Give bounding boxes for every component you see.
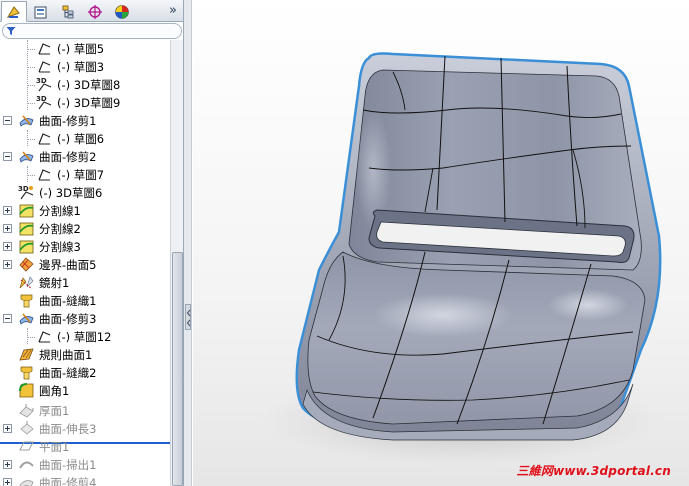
tree-item-trim-surface4[interactable]: 曲面-修剪4 — [0, 474, 170, 486]
expand-toggle[interactable] — [3, 242, 12, 251]
plane-icon — [19, 441, 34, 451]
tree-item-sketch7[interactable]: (-) 草圖7 — [0, 166, 170, 184]
trim-surface-icon — [19, 313, 34, 325]
knit-surface-icon — [20, 366, 33, 380]
sketch-icon — [38, 331, 51, 343]
filter-funnel-icon — [6, 27, 16, 35]
tree-item-boundary-surface5[interactable]: 邊界-曲面5 — [0, 256, 170, 274]
manager-tab-bar: » — [0, 0, 183, 22]
seat-highlight — [548, 289, 628, 321]
tree-item-ruled-surface1[interactable]: 規則曲面1 — [0, 346, 170, 364]
tree-item-thicken1[interactable]: 厚面1 — [0, 402, 170, 420]
tree-item-split-line3[interactable]: 分割線3 — [0, 238, 170, 256]
tree-item-split-line1[interactable]: 分割線1 — [0, 202, 170, 220]
feature-tree: (-) 草圖5 (-) 草圖3 3D (-) 3D草圖8 3D (-) 3D草圖… — [0, 40, 170, 486]
sketch-icon — [38, 169, 51, 181]
tree-item-fillet1[interactable]: 圓角1 — [0, 382, 170, 400]
tree-item-trim-surface2[interactable]: 曲面-修剪2 — [0, 148, 170, 166]
feature-manager-tab[interactable] — [1, 1, 27, 22]
tree-item-sketch12[interactable]: (-) 草圖12 — [0, 328, 170, 346]
sketch-icon — [38, 61, 51, 73]
tree-item-3d-sketch9[interactable]: 3D (-) 3D草圖9 — [0, 94, 170, 112]
tree-item-3d-sketch8[interactable]: 3D (-) 3D草圖8 — [0, 76, 170, 94]
tree-item-split-line2[interactable]: 分割線2 — [0, 220, 170, 238]
trim-surface-icon — [19, 115, 34, 127]
tree-item-knit-surface2[interactable]: 曲面-縫織2 — [0, 364, 170, 382]
tree-item-sketch5[interactable]: (-) 草圖5 — [0, 40, 170, 58]
configuration-manager-tab-icon — [62, 5, 74, 19]
svg-text:3D: 3D — [36, 77, 47, 85]
sweep-surface-icon — [19, 461, 34, 469]
expand-toggle[interactable] — [3, 260, 12, 269]
collapse-toggle[interactable] — [3, 314, 12, 323]
split-line-icon — [19, 222, 34, 236]
seat-pan-surface — [307, 251, 646, 425]
tree-item-extrude-surface3[interactable]: 曲面-伸長3 — [0, 420, 170, 438]
ruled-surface-icon — [19, 348, 34, 361]
mirror-icon — [19, 276, 34, 290]
property-manager-tab[interactable] — [28, 1, 54, 21]
fillet-icon — [19, 383, 34, 398]
seat-shell-model[interactable] — [193, 0, 689, 486]
knit-surface-icon — [20, 294, 33, 308]
3d-sketch-icon: 3D — [36, 95, 52, 110]
expand-toggle[interactable] — [3, 206, 12, 215]
dimxpert-manager-tab[interactable] — [82, 1, 108, 21]
expand-toggle[interactable] — [3, 424, 12, 433]
split-line-icon — [19, 204, 34, 218]
trim-surface-icon — [19, 151, 34, 163]
thicken-icon — [19, 404, 34, 418]
panel-splitter[interactable] — [184, 0, 192, 486]
display-manager-tab[interactable] — [109, 1, 135, 21]
expand-toggle[interactable] — [3, 460, 12, 469]
sketch-icon — [38, 133, 51, 145]
tree-item-sketch6[interactable]: (-) 草圖6 — [0, 130, 170, 148]
tree-item-sketch3[interactable]: (-) 草圖3 — [0, 58, 170, 76]
svg-text:3D: 3D — [36, 95, 47, 103]
graphics-viewport[interactable]: 三維网www.3dportal.cn — [193, 0, 689, 486]
expand-toggle[interactable] — [3, 224, 12, 233]
filter-bar — [0, 22, 183, 40]
display-manager-tab-icon — [115, 5, 129, 19]
trim-surface-icon — [19, 480, 34, 486]
collapse-toggle[interactable] — [3, 152, 12, 161]
tree-scrollbar[interactable] — [170, 40, 183, 486]
tree-item-plane1[interactable]: 平面1 — [0, 438, 170, 456]
extrude-surface-icon — [20, 421, 34, 435]
dimxpert-manager-tab-icon — [88, 5, 102, 19]
svg-text:3D: 3D — [18, 185, 29, 193]
tree-item-3d-sketch6[interactable]: 3D (-) 3D草圖6 — [0, 184, 170, 202]
3d-sketch-icon: 3D — [36, 77, 52, 92]
feature-manager-panel: » (-) 草圖5 (-) 草圖3 3D (-) 3D草圖8 3D (-) 3D… — [0, 0, 184, 486]
property-manager-tab-icon — [34, 6, 47, 19]
collapse-toggle[interactable] — [3, 116, 12, 125]
expand-toggle[interactable] — [3, 478, 12, 486]
configuration-manager-tab[interactable] — [55, 1, 81, 21]
filter-input[interactable] — [2, 23, 182, 39]
seat-highlight — [373, 293, 513, 337]
tree-item-trim-surface1[interactable]: 曲面-修剪1 — [0, 112, 170, 130]
tree-item-knit-surface1[interactable]: 曲面-縫織1 — [0, 292, 170, 310]
tree-item-mirror1[interactable]: 鏡射1 — [0, 274, 170, 292]
tree-item-trim-surface3[interactable]: 曲面-修剪3 — [0, 310, 170, 328]
sketch-icon — [38, 43, 51, 55]
more-tabs-chevron-icon[interactable]: » — [166, 2, 180, 19]
tree-item-sweep-surface1[interactable]: 曲面-掃出1 — [0, 456, 170, 474]
boundary-surface-icon — [19, 257, 34, 272]
splitter-grip-icon[interactable] — [185, 304, 191, 330]
tree-scrollbar-thumb[interactable] — [172, 252, 183, 486]
3d-sketch-icon: 3D — [18, 185, 34, 200]
watermark-text: 三維网www.3dportal.cn — [516, 464, 671, 478]
split-line-icon — [19, 240, 34, 254]
feature-manager-tab-icon — [6, 6, 20, 18]
